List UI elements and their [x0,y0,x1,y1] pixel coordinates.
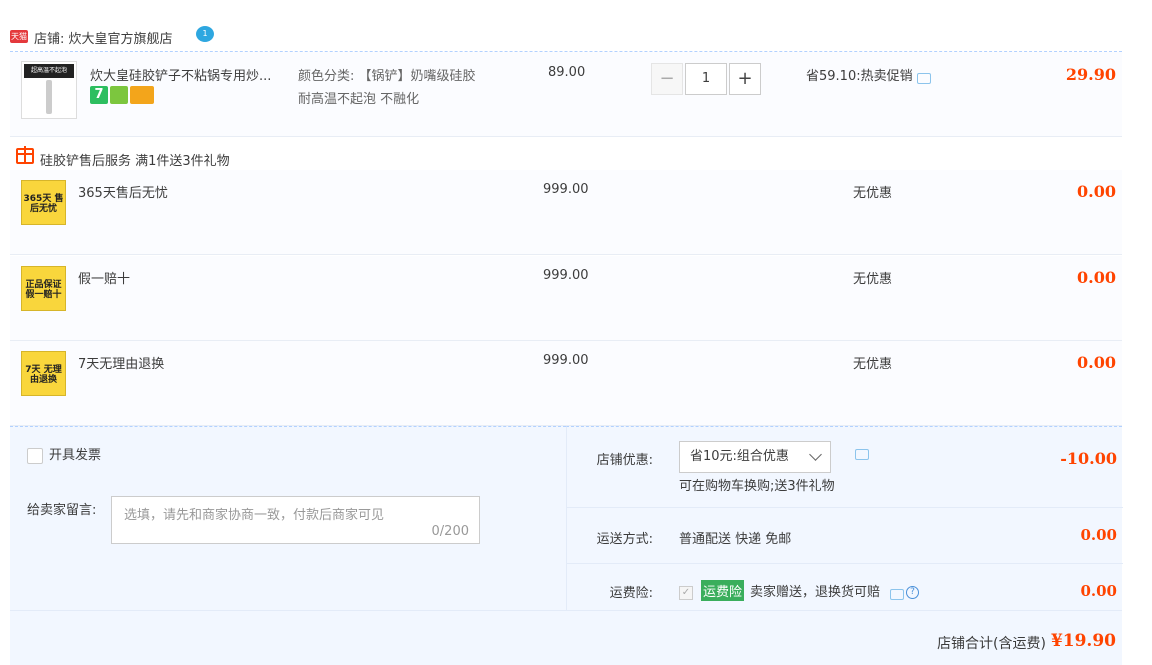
gift-subtotal: 0.00 [1077,268,1116,287]
wangwang-chat-icon[interactable]: 1 [196,26,214,42]
credit-card-icon[interactable] [130,86,154,104]
insurance-row: 运费险: ✓ 运费险 卖家赠送，退换货可赔? 0.00 [567,563,1123,611]
insurance-info: ✓ 运费险 卖家赠送，退换货可赔? [679,580,920,601]
gift-subtotal: 0.00 [1077,353,1116,372]
shop-total-bar: 店铺合计(含运费) ¥19.90 [10,610,1122,665]
shipping-amount: 0.00 [1080,526,1117,544]
gift-row: 365天 售后无忧 365天售后无忧 999.00 无优惠 0.00 [10,170,1122,255]
help-icon[interactable]: ? [906,586,920,599]
gift-header-text: 硅胶铲售后服务 满1件送3件礼物 [40,154,230,169]
gift-subtotal: 0.00 [1077,182,1116,201]
item-subtotal: 29.90 [1065,65,1116,84]
chevron-down-icon [809,448,822,461]
sku-line-1: 颜色分类: 【锅铲】奶嘴级硅胶 [298,69,476,84]
shop-total-label: 店铺合计(含运费) [937,636,1046,652]
unit-price: 89.00 [548,65,586,80]
shop-discount-label: 店铺优惠: [596,453,653,468]
gift-promo: 无优惠 [853,357,893,372]
insurance-text: 卖家赠送，退换货可赔 [750,585,881,600]
promo-text: 省59.10:热卖促销 [806,69,913,84]
shipping-label: 运送方式: [596,532,653,547]
order-item-row: 超高温不起泡 炊大皇硅胶铲子不粘锅专用炒... 7 颜色分类: 【锅铲】奶嘴级硅… [10,52,1122,137]
shop-discount-note: 可在购物车换购;送3件礼物 [679,479,835,494]
insurance-label: 运费险: [609,586,653,601]
gift-promo: 无优惠 [853,186,893,201]
shipping-method[interactable]: 普通配送 快递 免邮 [679,528,791,547]
shop-discount-select[interactable]: 省10元:组合优惠 [679,441,831,473]
comment-icon[interactable] [916,73,931,84]
gift-title: 假一赔十 [78,272,131,287]
product-title-link[interactable]: 炊大皇硅胶铲子不粘锅专用炒... [90,65,290,84]
shop-name-link[interactable]: 店铺: 炊大皇官方旗舰店 [34,28,173,47]
gift-row: 正品保证 假一赔十 假一赔十 999.00 无优惠 0.00 [10,256,1122,341]
seven-day-return-icon[interactable]: 7 [90,86,108,104]
gift-price: 999.00 [543,182,589,197]
quantity-stepper: − 1 + [651,63,761,95]
service-icons: 7 [90,86,156,104]
invoice-label: 开具发票 [49,448,102,463]
message-placeholder: 选填，请先和商家协商一致，付款后商家可见 [124,508,385,523]
shop-discount-amount: -10.00 [1060,449,1117,468]
gift-thumbnail: 正品保证 假一赔十 [21,266,66,311]
insurance-badge: 运费险 [701,580,745,601]
gift-promo: 无优惠 [853,272,893,287]
increase-quantity-button[interactable]: + [729,63,761,95]
shop-header: 天猫 店铺: 炊大皇官方旗舰店 1 [10,24,1122,52]
message-char-count: 0/200 [431,524,469,539]
tmall-logo-icon: 天猫 [10,30,28,43]
invoice-checkbox[interactable] [27,447,43,464]
quantity-input[interactable]: 1 [685,63,727,95]
spatula-image [46,80,52,114]
order-summary-panel: 店铺优惠: 省10元:组合优惠 可在购物车换购;送3件礼物 -10.00 运送方… [566,426,1123,611]
comment-icon[interactable] [890,589,905,600]
gift-thumbnail: 365天 售后无忧 [21,180,66,225]
order-options-panel: 开具发票 给卖家留言: 选填，请先和商家协商一致，付款后商家可见 0/200 [10,426,566,610]
shipping-row: 运送方式: 普通配送 快递 免邮 0.00 [567,507,1123,563]
decrease-quantity-button[interactable]: − [651,63,683,95]
guarantee-shield-icon[interactable] [110,86,128,104]
promo-info: 省59.10:热卖促销 [806,65,931,84]
comment-icon[interactable] [855,449,869,460]
gift-thumbnail: 7天 无理由退换 [21,351,66,396]
shop-total-amount: ¥19.90 [1050,631,1116,651]
insurance-checkbox[interactable]: ✓ [679,585,693,600]
invoice-option[interactable]: 开具发票 [27,444,101,464]
gift-title: 365天售后无忧 [78,186,168,201]
gift-price: 999.00 [543,353,589,368]
sku-info: 颜色分类: 【锅铲】奶嘴级硅胶 耐高温不起泡 不融化 [298,65,508,111]
sku-line-2: 耐高温不起泡 不融化 [298,92,420,107]
shop-discount-selected: 省10元:组合优惠 [690,449,789,464]
gift-title: 7天无理由退换 [78,357,165,372]
shop-discount-row: 店铺优惠: 省10元:组合优惠 可在购物车换购;送3件礼物 -10.00 [567,427,1123,507]
gift-icon [16,146,34,164]
seller-message-textarea[interactable]: 选填，请先和商家协商一致，付款后商家可见 0/200 [111,496,480,544]
gift-row: 7天 无理由退换 7天无理由退换 999.00 无优惠 0.00 [10,341,1122,426]
message-label: 给卖家留言: [27,503,97,518]
product-thumbnail[interactable]: 超高温不起泡 [21,61,77,119]
insurance-amount: 0.00 [1080,582,1117,600]
gift-price: 999.00 [543,268,589,283]
thumb-caption: 超高温不起泡 [24,64,74,78]
